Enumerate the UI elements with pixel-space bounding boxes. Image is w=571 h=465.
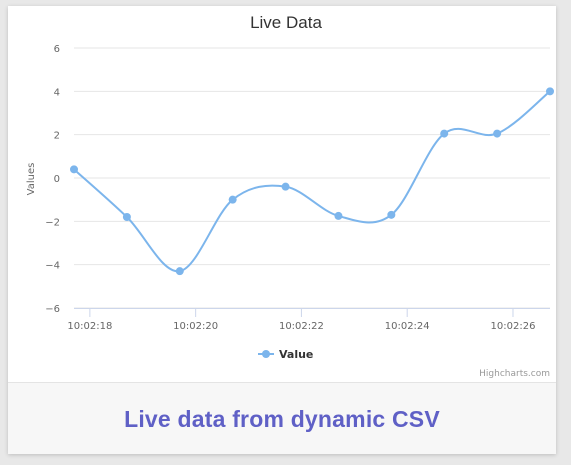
legend[interactable]: Value [258, 348, 313, 361]
x-tick-label: 10:02:24 [385, 321, 430, 332]
x-tick-label: 10:02:20 [173, 321, 218, 332]
data-point[interactable] [546, 87, 554, 96]
caption-text: Live data from dynamic CSV [124, 405, 440, 432]
series-line [73, 90, 551, 273]
y-axis-title: Values [26, 163, 37, 196]
y-tick-label: −4 [45, 261, 60, 272]
data-point[interactable] [493, 129, 502, 138]
series-value[interactable] [70, 87, 554, 276]
y-axis: 6 4 2 0 −2 −4 −6 [45, 44, 60, 315]
y-tick-label: 2 [54, 131, 60, 142]
y-tick-label: −6 [45, 304, 60, 315]
legend-marker-icon [262, 350, 270, 358]
data-point[interactable] [122, 213, 131, 221]
data-point[interactable] [440, 129, 449, 138]
credits-link[interactable]: Highcharts.com [479, 369, 550, 379]
data-point[interactable] [387, 210, 396, 219]
data-point[interactable] [70, 165, 78, 174]
caption-footer: Live data from dynamic CSV [8, 382, 556, 454]
chart-title: Live Data [250, 13, 322, 32]
x-tick-label: 10:02:26 [491, 321, 536, 332]
chart-card: Live Data 10:02:18 10:02:20 10:02:22 10:02:… [8, 6, 556, 454]
data-point[interactable] [228, 195, 237, 204]
data-point[interactable] [281, 182, 290, 191]
x-axis: 10:02:18 10:02:20 10:02:22 10:02:24 10:02:26 [67, 308, 550, 332]
x-tick-label: 10:02:18 [67, 321, 112, 332]
data-point[interactable] [175, 267, 184, 276]
data-point[interactable] [334, 211, 343, 220]
y-tick-label: −2 [45, 217, 60, 228]
y-tick-label: 0 [54, 174, 60, 185]
grid-lines [74, 47, 550, 309]
y-tick-label: 4 [54, 87, 60, 98]
legend-item-value[interactable]: Value [279, 348, 313, 361]
x-tick-label: 10:02:22 [279, 321, 324, 332]
y-tick-label: 6 [54, 44, 60, 55]
chart-svg: Live Data 10:02:18 10:02:20 10:02:22 10:02:… [26, 13, 554, 379]
